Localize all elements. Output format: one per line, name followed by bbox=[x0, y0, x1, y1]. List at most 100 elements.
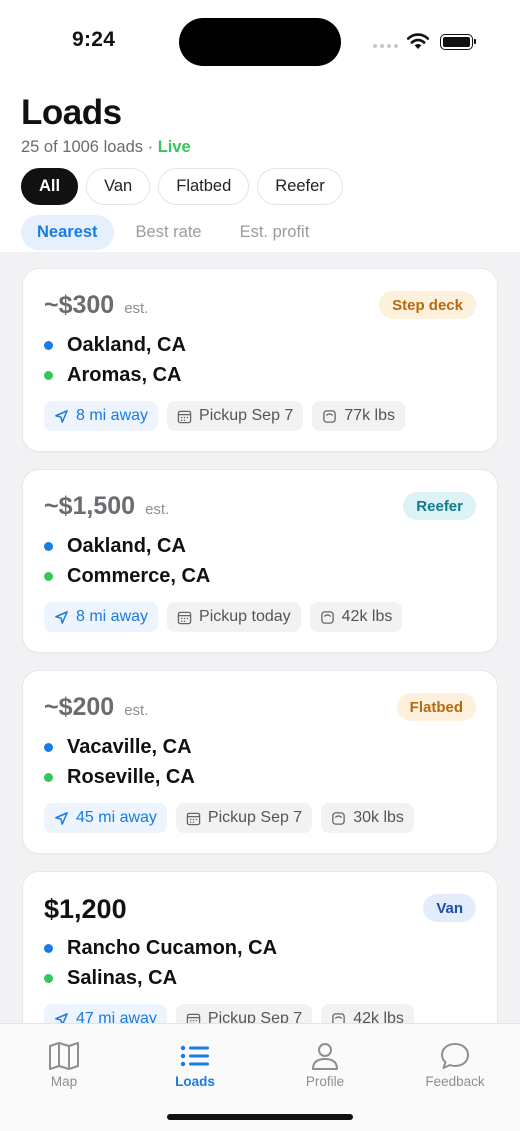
live-indicator: Live bbox=[157, 138, 191, 156]
chat-bubble-icon bbox=[441, 1043, 469, 1069]
status-time: 9:24 bbox=[72, 28, 116, 51]
load-tags: 45 mi away Pickup Sep 7 30k lbs bbox=[44, 803, 414, 833]
filter-chip-all[interactable]: All bbox=[21, 168, 79, 205]
tab-loads-label: Loads bbox=[175, 1074, 215, 1089]
tab-loads[interactable]: Loads bbox=[145, 1042, 245, 1089]
tab-profile-label: Profile bbox=[305, 1074, 345, 1089]
destination-city: Roseville, CA bbox=[67, 766, 195, 788]
load-tags: 8 mi away Pickup Sep 7 77k lbs bbox=[44, 401, 406, 431]
person-icon bbox=[312, 1043, 338, 1070]
origin-dot bbox=[44, 542, 53, 551]
sort-est-profit[interactable]: Est. profit bbox=[224, 215, 326, 250]
weight-tag: 42k lbs bbox=[309, 602, 403, 632]
load-list: ~$300 est. Step deck Oakland, CA Aromas,… bbox=[0, 252, 520, 1023]
destination-row: Salinas, CA bbox=[44, 967, 177, 990]
weight-text: 77k lbs bbox=[344, 407, 396, 424]
pickup-tag: Pickup Sep 7 bbox=[175, 803, 313, 833]
load-count: 25 of 1006 loads · Live bbox=[21, 138, 191, 157]
tab-bar: Map Loads Profile Feedback bbox=[0, 1023, 520, 1131]
load-card[interactable]: ~$1,500 est. Reefer Oakland, CA Commerce… bbox=[22, 469, 498, 653]
destination-dot bbox=[44, 371, 53, 380]
sort-nearest[interactable]: Nearest bbox=[21, 215, 114, 250]
location-arrow-icon bbox=[55, 811, 68, 825]
calendar-icon bbox=[177, 611, 192, 624]
destination-row: Aromas, CA bbox=[44, 364, 181, 387]
distance-tag: 47 mi away bbox=[44, 1004, 167, 1023]
origin-city: Oakland, CA bbox=[67, 334, 186, 356]
estimate-label: est. bbox=[124, 702, 149, 719]
origin-dot bbox=[44, 743, 53, 752]
destination-row: Commerce, CA bbox=[44, 565, 210, 588]
origin-row: Oakland, CA bbox=[44, 535, 186, 558]
estimate-label: est. bbox=[124, 300, 149, 317]
tab-map[interactable]: Map bbox=[14, 1042, 114, 1089]
dynamic-island bbox=[179, 18, 341, 66]
load-price: ~$1,500 bbox=[44, 492, 136, 520]
sort-options: Nearest Best rate Est. profit bbox=[21, 215, 325, 250]
filter-chip-reefer[interactable]: Reefer bbox=[257, 168, 343, 205]
load-card[interactable]: ~$300 est. Step deck Oakland, CA Aromas,… bbox=[22, 268, 498, 452]
tab-map-label: Map bbox=[50, 1074, 78, 1089]
filter-chip-van[interactable]: Van bbox=[86, 168, 151, 205]
destination-row: Roseville, CA bbox=[44, 766, 195, 789]
pickup-tag: Pickup today bbox=[167, 602, 301, 632]
distance-tag: 45 mi away bbox=[44, 803, 167, 833]
origin-city: Rancho Cucamon, CA bbox=[67, 937, 278, 959]
price-row: ~$1,500 est. bbox=[44, 492, 169, 521]
distance-text: 47 mi away bbox=[76, 1010, 157, 1023]
list-icon bbox=[180, 1045, 209, 1067]
destination-city: Commerce, CA bbox=[67, 565, 211, 587]
calendar-icon bbox=[177, 410, 192, 423]
page-header: Loads 25 of 1006 loads · Live All Van Fl… bbox=[0, 84, 520, 252]
weight-icon bbox=[320, 610, 334, 624]
destination-dot bbox=[44, 974, 53, 983]
pickup-tag: Pickup Sep 7 bbox=[167, 401, 304, 431]
location-arrow-icon bbox=[55, 610, 68, 624]
tab-profile[interactable]: Profile bbox=[275, 1042, 375, 1089]
weight-icon bbox=[332, 1012, 345, 1023]
price-row: $1,200 bbox=[44, 894, 137, 925]
wifi-icon bbox=[406, 33, 430, 49]
pickup-text: Pickup today bbox=[199, 608, 291, 625]
equipment-badge: Van bbox=[423, 894, 476, 922]
calendar-icon bbox=[186, 812, 201, 825]
page-title: Loads bbox=[21, 93, 122, 132]
filter-chip-flatbed[interactable]: Flatbed bbox=[158, 168, 250, 205]
distance-text: 8 mi away bbox=[76, 608, 149, 625]
calendar-icon bbox=[186, 1013, 201, 1023]
load-card[interactable]: $1,200 Van Rancho Cucamon, CA Salinas, C… bbox=[22, 871, 498, 1023]
weight-text: 30k lbs bbox=[353, 809, 404, 826]
origin-city: Oakland, CA bbox=[67, 535, 186, 557]
load-tags: 47 mi away Pickup Sep 7 42k lbs bbox=[44, 1004, 414, 1023]
tab-feedback[interactable]: Feedback bbox=[405, 1042, 505, 1089]
weight-icon bbox=[323, 409, 337, 423]
weight-icon bbox=[332, 811, 345, 825]
distance-tag: 8 mi away bbox=[44, 602, 159, 632]
weight-tag: 30k lbs bbox=[321, 803, 414, 833]
origin-row: Vacaville, CA bbox=[44, 736, 192, 759]
origin-row: Rancho Cucamon, CA bbox=[44, 937, 277, 960]
sort-best-rate[interactable]: Best rate bbox=[120, 215, 218, 250]
home-indicator bbox=[167, 1114, 353, 1120]
origin-dot bbox=[44, 944, 53, 953]
pickup-tag: Pickup Sep 7 bbox=[175, 1004, 313, 1023]
destination-dot bbox=[44, 572, 53, 581]
distance-text: 45 mi away bbox=[76, 809, 157, 826]
destination-city: Aromas, CA bbox=[67, 364, 182, 386]
cellular-signal-icon bbox=[373, 44, 398, 48]
load-tags: 8 mi away Pickup today 42k lbs bbox=[44, 602, 403, 632]
distance-tag: 8 mi away bbox=[44, 401, 159, 431]
equipment-badge: Reefer bbox=[403, 492, 476, 520]
pickup-text: Pickup Sep 7 bbox=[207, 809, 303, 826]
distance-text: 8 mi away bbox=[76, 407, 149, 424]
origin-row: Oakland, CA bbox=[44, 334, 186, 357]
map-icon bbox=[49, 1042, 79, 1070]
estimate-label: est. bbox=[145, 501, 170, 518]
pickup-text: Pickup Sep 7 bbox=[207, 1010, 303, 1023]
load-card[interactable]: ~$200 est. Flatbed Vacaville, CA Rosevil… bbox=[22, 670, 498, 854]
weight-tag: 77k lbs bbox=[312, 401, 406, 431]
status-bar: 9:24 bbox=[0, 0, 520, 84]
destination-dot bbox=[44, 773, 53, 782]
load-count-text: 25 of 1006 loads · bbox=[21, 138, 158, 156]
battery-icon bbox=[440, 34, 476, 50]
